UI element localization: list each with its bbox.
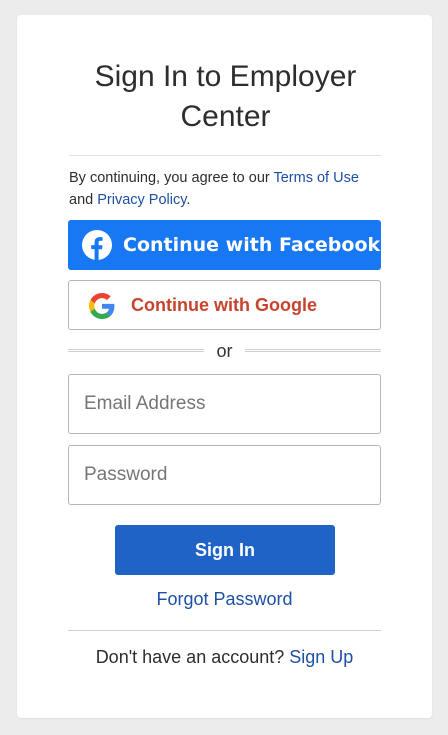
page-title: Sign In to Employer Center xyxy=(94,60,357,133)
email-field[interactable] xyxy=(68,374,381,434)
signup-prompt: Don't have an account? xyxy=(95,647,290,667)
divider-top xyxy=(69,155,381,156)
sign-in-card: Sign In to Employer Center By continuing… xyxy=(17,15,432,718)
continue-with-facebook-button[interactable]: Continue with Facebook xyxy=(68,220,381,270)
sign-in-button[interactable]: Sign In xyxy=(115,525,335,575)
terms-of-use-link[interactable]: Terms of Use xyxy=(273,170,358,186)
continue-with-google-button[interactable]: Continue with Google xyxy=(68,280,381,330)
or-label: or xyxy=(216,341,233,361)
agreement-suffix: . xyxy=(186,192,191,208)
or-line-left xyxy=(68,349,204,352)
signup-row: Don't have an account? Sign Up xyxy=(68,644,381,670)
password-field[interactable] xyxy=(68,445,381,505)
or-line-right xyxy=(245,349,381,352)
facebook-button-label: Continue with Facebook xyxy=(123,234,381,256)
agreement-prefix: By continuing, you agree to our xyxy=(69,170,274,186)
facebook-icon xyxy=(82,230,112,260)
agreement-and: and xyxy=(69,192,98,208)
agreement-text: By continuing, you agree to our Terms of… xyxy=(69,167,384,211)
privacy-policy-link[interactable]: Privacy Policy xyxy=(97,192,186,208)
or-divider: or xyxy=(68,340,381,362)
google-icon xyxy=(89,293,115,319)
sign-up-link[interactable]: Sign Up xyxy=(289,647,353,667)
forgot-password-link[interactable]: Forgot Password xyxy=(68,586,381,612)
google-button-label: Continue with Google xyxy=(131,295,317,315)
divider-bottom xyxy=(68,630,381,631)
